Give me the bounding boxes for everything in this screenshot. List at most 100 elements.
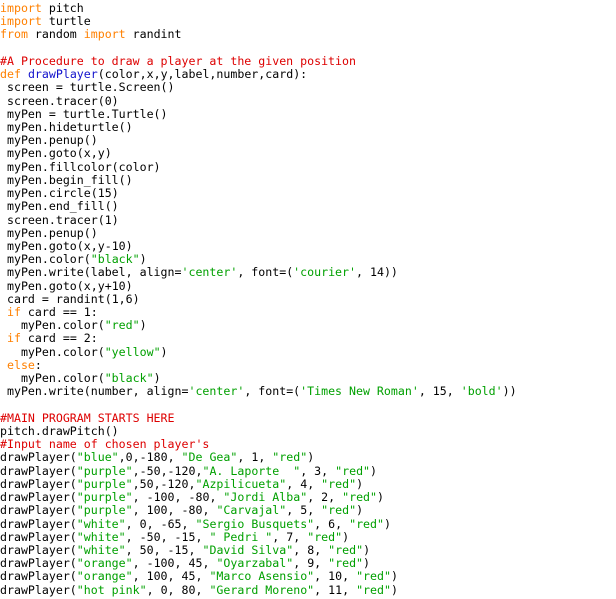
code-token-keyword: from xyxy=(0,27,28,42)
code-token-plain: : xyxy=(34,357,42,372)
code-token-plain: screen = turtle.Screen() xyxy=(0,80,175,95)
code-line: myPen.color("yellow") xyxy=(0,344,616,359)
code-token-plain: myPen.goto(x,y- xyxy=(0,238,112,253)
code-token-number: 50 xyxy=(146,463,161,478)
code-token-string: "yellow" xyxy=(104,344,161,359)
code-token-plain: , xyxy=(300,463,315,478)
code-token-number: 180 xyxy=(146,450,168,465)
code-token-plain: , - xyxy=(132,556,154,571)
code-token-number: 45 xyxy=(181,569,196,584)
code-token-plain: )) xyxy=(383,265,398,280)
code-token-plain: random xyxy=(27,27,84,42)
code-token-plain: , xyxy=(174,556,189,571)
code-token-number: 80 xyxy=(188,503,203,518)
code-token-string: "Carvajal" xyxy=(216,503,287,518)
code-token-plain: ) xyxy=(139,252,147,267)
code-token-plain: drawPlayer( xyxy=(0,569,77,584)
code-token-number: 1 xyxy=(104,212,112,227)
code-token-string: "red" xyxy=(349,516,384,531)
code-token-plain: , xyxy=(342,582,357,597)
code-token-plain: ,- xyxy=(132,463,147,478)
code-token-plain: drawPlayer( xyxy=(0,490,77,505)
code-token-plain: , - xyxy=(167,503,189,518)
code-token-string: 'courier' xyxy=(293,265,356,280)
code-token-string: "A. Laporte " xyxy=(202,463,301,478)
code-token-plain: , - xyxy=(160,529,182,544)
code-token-plain: ) xyxy=(153,371,161,386)
code-token-number: 14 xyxy=(369,265,384,280)
code-listing[interactable]: import pitch import turtle from random imp… xyxy=(0,0,616,597)
code-token-string: "red" xyxy=(321,503,357,518)
code-token-string: "black" xyxy=(104,371,154,386)
code-token-plain: , xyxy=(307,476,322,491)
code-token-string: "Oyarzabal" xyxy=(216,556,294,571)
code-token-plain: , xyxy=(286,476,301,491)
code-token-string: 'Times New Roman' xyxy=(300,384,419,399)
code-token-plain: , xyxy=(314,516,329,531)
code-token-number: 15 xyxy=(432,384,447,399)
code-token-keyword: if xyxy=(6,331,21,346)
code-token-func: drawPlayer xyxy=(27,67,98,82)
code-token-string: "orange" xyxy=(76,569,133,584)
code-token-plain: ) xyxy=(125,278,133,293)
code-token-plain: ,- xyxy=(132,450,147,465)
code-token-plain: myPen.color( xyxy=(0,252,91,267)
code-token-string: "Gerard Moreno" xyxy=(209,582,315,597)
code-token-plain: , font=( xyxy=(244,384,301,399)
code-token-number: 1 xyxy=(83,305,91,320)
code-token-plain: , xyxy=(209,490,224,505)
code-token-keyword: def xyxy=(0,67,21,82)
code-token-plain: , xyxy=(202,556,217,571)
code-token-plain: ) xyxy=(370,463,378,478)
code-token-string: "red" xyxy=(272,450,308,465)
code-token-plain: , xyxy=(125,516,140,531)
code-token-number: 50 xyxy=(146,529,161,544)
code-token-plain: , xyxy=(132,476,140,491)
code-token-string: "white" xyxy=(76,529,126,544)
code-token-plain: , xyxy=(272,529,287,544)
code-token-plain: , xyxy=(314,556,329,571)
code-token-plain: , xyxy=(342,569,357,584)
code-token-plain: , xyxy=(307,503,322,518)
code-token-number: 50 xyxy=(139,542,154,557)
code-token-plain: screen.tracer(0) xyxy=(0,93,119,108)
code-token-plain: , xyxy=(293,556,308,571)
code-token-number: 15 xyxy=(174,542,189,557)
code-token-string: "purple" xyxy=(76,463,133,478)
code-token-string: "Sergio Busquets" xyxy=(195,516,315,531)
code-token-string: "Jordi Alba" xyxy=(223,490,308,505)
code-token-number: 10 xyxy=(111,278,126,293)
code-token-number: 100 xyxy=(153,490,175,505)
code-token-string: "purple" xyxy=(76,476,133,491)
code-token-string: "purple" xyxy=(76,490,133,505)
code-token-keyword: if xyxy=(6,305,21,320)
code-token-number: 15 xyxy=(97,186,112,201)
code-token-plain: drawPlayer( xyxy=(0,542,77,557)
code-token-plain: myPen.goto(x,y) xyxy=(0,146,112,161)
code-token-plain: ) xyxy=(356,476,364,491)
code-token-number: 120 xyxy=(167,476,189,491)
code-token-plain: , xyxy=(321,463,336,478)
code-token-plain: , xyxy=(307,490,322,505)
code-token-plain: , xyxy=(202,503,217,518)
code-token-string: "black" xyxy=(90,252,140,267)
code-token-plain: ,- xyxy=(153,476,168,491)
code-token-number: 50 xyxy=(139,476,154,491)
code-token-plain: , xyxy=(195,582,210,597)
code-token-plain: ) xyxy=(342,529,350,544)
code-token-number: 6 xyxy=(125,291,133,306)
code-token-plain: ) xyxy=(132,291,140,306)
code-token-number: 11 xyxy=(328,582,343,597)
code-token-plain: myPen.penup() xyxy=(0,133,98,148)
code-token-plain: drawPlayer( xyxy=(0,503,77,518)
code-token-plain: card == xyxy=(20,305,84,320)
code-token-plain: myPen.color( xyxy=(0,371,105,386)
code-token-plain: card = randint( xyxy=(0,291,112,306)
code-token-plain: myPen.end_fill() xyxy=(0,199,119,214)
code-line: drawPlayer("hot pink", 0, 80, "Gerard Mo… xyxy=(0,582,616,597)
code-token-plain: , - xyxy=(125,529,147,544)
code-token-plain: , xyxy=(237,450,252,465)
code-token-number: 100 xyxy=(146,503,168,518)
